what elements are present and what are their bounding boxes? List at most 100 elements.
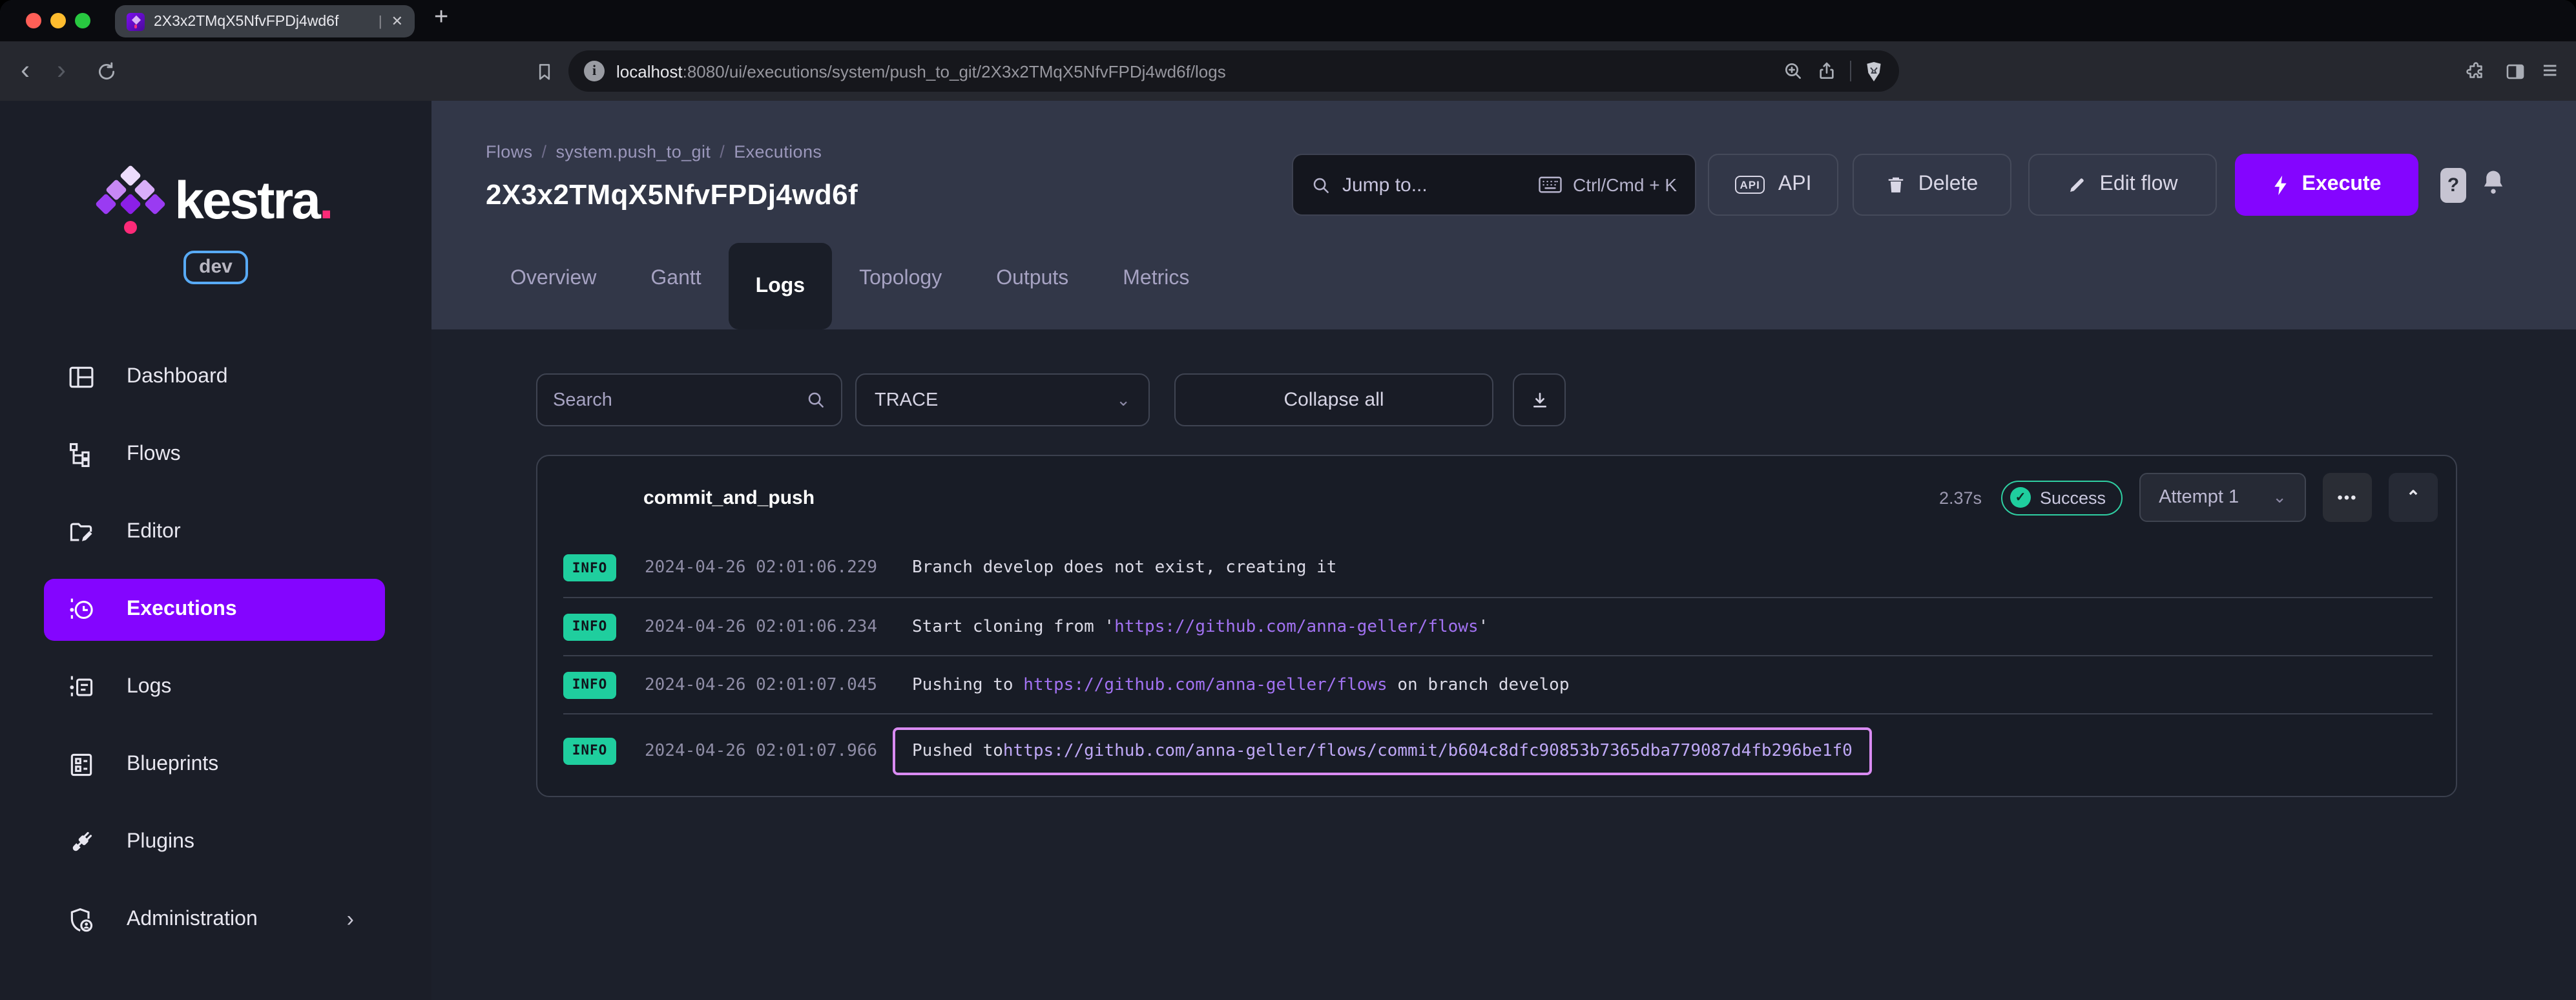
breadcrumb-executions[interactable]: Executions bbox=[734, 142, 822, 161]
sidebar-item-flows[interactable]: Flows bbox=[44, 424, 385, 486]
tab-overview[interactable]: Overview bbox=[483, 243, 623, 315]
log-message: Pushed to https://github.com/anna-geller… bbox=[893, 727, 1872, 775]
executions-icon bbox=[67, 596, 96, 624]
site-info-icon[interactable]: i bbox=[584, 61, 605, 81]
page-title: 2X3x2TMqX5NfvFPDj4wd6f bbox=[486, 178, 858, 211]
sidebar-item-executions[interactable]: Executions bbox=[44, 579, 385, 641]
jump-to-search[interactable]: Jump to... Ctrl/Cmd + K bbox=[1292, 154, 1696, 216]
log-row: INFO 2024-04-26 02:01:07.966 Pushed to h… bbox=[563, 713, 2433, 787]
tab-logs[interactable]: Logs bbox=[728, 243, 833, 329]
collapse-panel-button[interactable]: ⌃ bbox=[2389, 473, 2438, 522]
address-bar[interactable]: i localhost:8080/ui/executions/system/pu… bbox=[568, 50, 1899, 92]
brave-shield-icon[interactable] bbox=[1864, 60, 1884, 82]
window-zoom-button[interactable] bbox=[75, 13, 90, 28]
notifications-bell-icon[interactable] bbox=[2480, 168, 2506, 196]
url-text: localhost:8080/ui/executions/system/push… bbox=[616, 61, 1771, 81]
chevron-right-icon: › bbox=[346, 907, 354, 932]
task-name[interactable]: commit_and_push bbox=[643, 486, 815, 508]
breadcrumb-namespace-flow[interactable]: system.push_to_git bbox=[556, 142, 711, 161]
log-link[interactable]: https://github.com/anna-geller/flows bbox=[1023, 675, 1387, 694]
task-panel-header: commit_and_push 2.37s ✓ Success Attempt … bbox=[537, 456, 2456, 539]
extensions-puzzle-icon[interactable] bbox=[2465, 41, 2487, 101]
log-level-badge: INFO bbox=[563, 554, 616, 581]
attempt-select[interactable]: Attempt 1 ⌄ bbox=[2139, 473, 2306, 522]
sidebar: kestra. dev Dashboard Flows Editor Execu… bbox=[0, 101, 431, 1000]
browser-tabstrip: 2X3x2TMqX5NfvFPDj4wd6f | ✕ + bbox=[0, 0, 2576, 41]
search-icon bbox=[808, 392, 824, 408]
keyboard-icon bbox=[1539, 176, 1563, 193]
forward-icon[interactable]: › bbox=[57, 41, 66, 101]
execute-button[interactable]: Execute bbox=[2235, 154, 2418, 216]
log-level-badge: INFO bbox=[563, 737, 616, 764]
log-link[interactable]: https://github.com/anna-geller/flows/com… bbox=[1003, 741, 1853, 760]
bookmark-icon[interactable] bbox=[535, 41, 554, 101]
env-badge: dev bbox=[183, 251, 248, 284]
tab-close-icon[interactable]: ✕ bbox=[391, 13, 403, 30]
log-search-field[interactable] bbox=[536, 373, 842, 426]
lightning-bolt-icon bbox=[2274, 174, 2287, 195]
trash-icon bbox=[1888, 177, 1903, 193]
log-timestamp: 2024-04-26 02:01:06.229 bbox=[645, 558, 878, 578]
task-log-panel: commit_and_push 2.37s ✓ Success Attempt … bbox=[536, 455, 2457, 797]
sidebar-toggle-icon[interactable] bbox=[2504, 41, 2527, 101]
sidebar-item-plugins[interactable]: Plugins bbox=[44, 811, 385, 873]
dashboard-icon bbox=[67, 363, 96, 391]
tab-caret: | bbox=[378, 14, 382, 29]
new-tab-button[interactable]: + bbox=[434, 4, 448, 32]
pencil-icon bbox=[2070, 178, 2084, 191]
delete-button[interactable]: Delete bbox=[1853, 154, 2011, 216]
breadcrumb: Flows / system.push_to_git / Executions bbox=[486, 142, 822, 161]
execution-tabs: Overview Gantt Logs Topology Outputs Met… bbox=[483, 243, 1216, 329]
logs-icon bbox=[67, 673, 96, 702]
sidebar-item-dashboard[interactable]: Dashboard bbox=[44, 346, 385, 408]
log-row: INFO 2024-04-26 02:01:06.234 Start cloni… bbox=[563, 597, 2433, 655]
download-logs-button[interactable] bbox=[1513, 373, 1566, 426]
status-badge: ✓ Success bbox=[2001, 480, 2123, 515]
edit-flow-button[interactable]: Edit flow bbox=[2028, 154, 2217, 216]
browser-menu-icon[interactable]: ≡ bbox=[2542, 41, 2557, 101]
log-row: INFO 2024-04-26 02:01:07.045 Pushing to … bbox=[563, 655, 2433, 713]
kestra-logo[interactable]: kestra. bbox=[0, 165, 431, 235]
shield-account-icon bbox=[67, 906, 96, 934]
sidebar-item-editor[interactable]: Editor bbox=[44, 501, 385, 563]
chevron-down-icon: ⌄ bbox=[1116, 390, 1130, 409]
tab-outputs[interactable]: Outputs bbox=[969, 243, 1096, 315]
jump-to-placeholder: Jump to... bbox=[1342, 174, 1428, 196]
browser-tab[interactable]: 2X3x2TMqX5NfvFPDj4wd6f | ✕ bbox=[115, 5, 415, 37]
kestra-logo-icon bbox=[95, 165, 167, 235]
zoom-in-icon[interactable] bbox=[1783, 61, 1803, 81]
window-minimize-button[interactable] bbox=[50, 13, 66, 28]
collapse-all-button[interactable]: Collapse all bbox=[1174, 373, 1493, 426]
folder-edit-icon bbox=[67, 518, 96, 547]
toolbar-divider bbox=[1850, 61, 1851, 81]
log-timestamp: 2024-04-26 02:01:06.234 bbox=[645, 617, 878, 636]
api-button[interactable]: API API bbox=[1708, 154, 1838, 216]
share-icon[interactable] bbox=[1816, 61, 1837, 81]
shortcut-hint: Ctrl/Cmd + K bbox=[1539, 174, 1677, 195]
kestra-favicon-icon bbox=[127, 12, 145, 30]
log-timestamp: 2024-04-26 02:01:07.045 bbox=[645, 675, 878, 694]
blueprints-icon bbox=[67, 751, 96, 779]
log-message: Branch develop does not exist, creating … bbox=[912, 558, 1337, 578]
tab-metrics[interactable]: Metrics bbox=[1096, 243, 1216, 315]
log-rows: INFO 2024-04-26 02:01:06.229 Branch deve… bbox=[537, 539, 2456, 787]
back-icon[interactable]: ‹ bbox=[21, 41, 30, 101]
sidebar-item-logs[interactable]: Logs bbox=[44, 656, 385, 718]
api-chip-icon: API bbox=[1734, 176, 1765, 194]
tab-gantt[interactable]: Gantt bbox=[623, 243, 728, 315]
tab-title: 2X3x2TMqX5NfvFPDj4wd6f bbox=[154, 14, 339, 29]
reload-icon[interactable] bbox=[96, 41, 118, 101]
log-level-select[interactable]: TRACE ⌄ bbox=[855, 373, 1150, 426]
more-options-button[interactable]: ••• bbox=[2323, 473, 2372, 522]
log-link[interactable]: https://github.com/anna-geller/flows bbox=[1114, 617, 1479, 636]
search-input[interactable] bbox=[553, 390, 806, 410]
breadcrumb-flows[interactable]: Flows bbox=[486, 142, 533, 161]
sidebar-item-blueprints[interactable]: Blueprints bbox=[44, 734, 385, 796]
flows-icon bbox=[67, 441, 96, 469]
help-button[interactable]: ? bbox=[2440, 168, 2466, 203]
window-close-button[interactable] bbox=[26, 13, 41, 28]
browser-window: 2X3x2TMqX5NfvFPDj4wd6f | ✕ + ‹ › i local… bbox=[0, 0, 2576, 1000]
sidebar-item-administration[interactable]: Administration › bbox=[44, 889, 385, 951]
tab-topology[interactable]: Topology bbox=[832, 243, 969, 315]
sidebar-nav: Dashboard Flows Editor Executions Logs B… bbox=[0, 346, 431, 951]
